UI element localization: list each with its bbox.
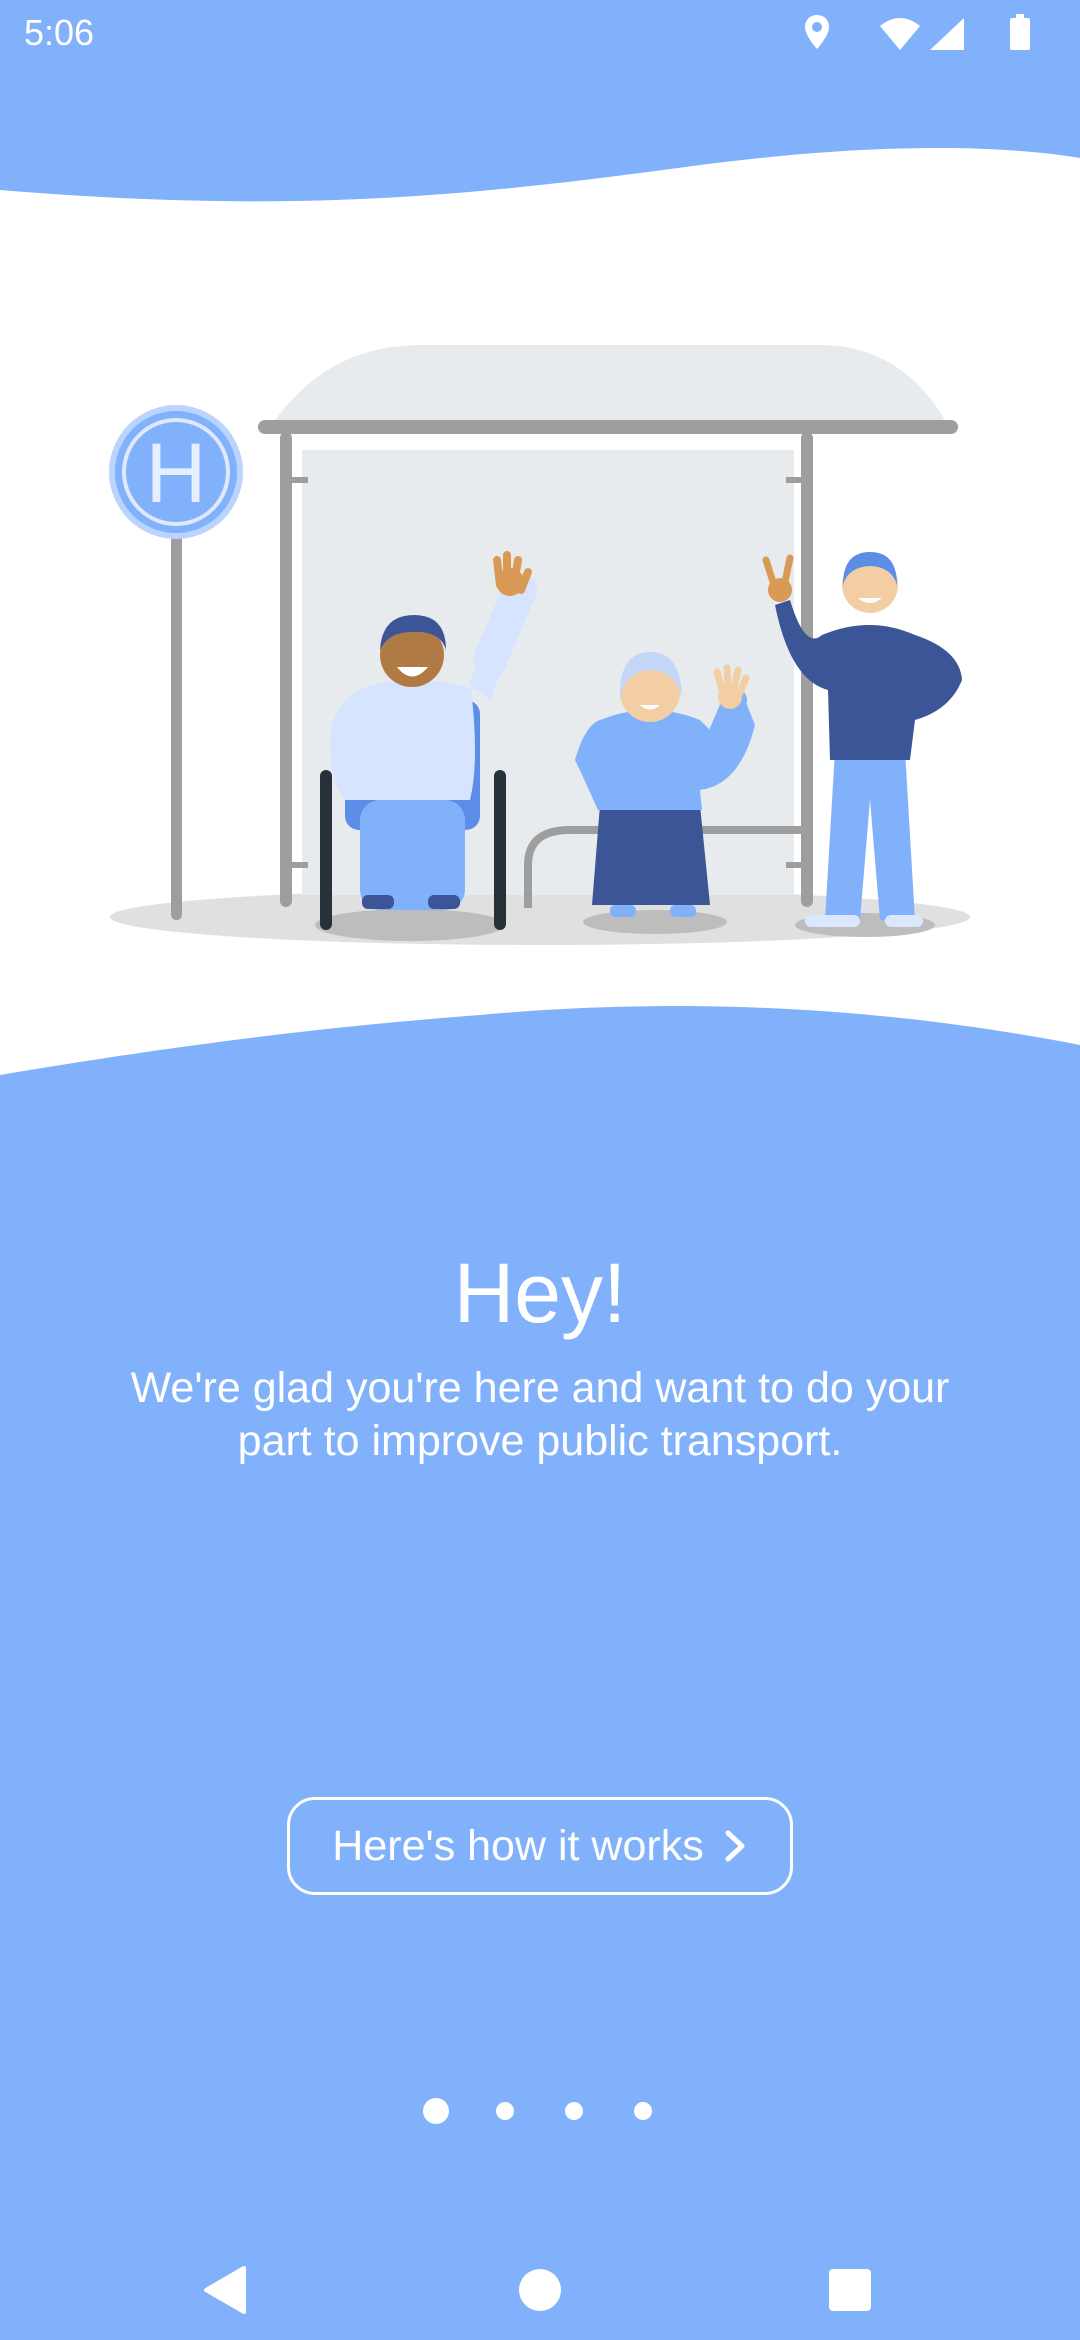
page-indicator bbox=[0, 2096, 1080, 2126]
back-icon bbox=[204, 2266, 246, 2314]
how-it-works-button[interactable]: Here's how it works bbox=[287, 1797, 793, 1895]
home-icon bbox=[519, 2269, 561, 2311]
page-dot[interactable] bbox=[634, 2102, 652, 2120]
recents-icon bbox=[829, 2269, 871, 2311]
shelter-roof bbox=[275, 345, 945, 420]
wifi-icon bbox=[880, 18, 920, 50]
page-dot[interactable] bbox=[565, 2102, 583, 2120]
onboarding-subtitle: We're glad you're here and want to do yo… bbox=[130, 1364, 950, 1465]
bus-stop-sign-letter: H bbox=[146, 426, 207, 520]
how-it-works-label: Here's how it works bbox=[332, 1821, 704, 1870]
signal-icon bbox=[930, 18, 964, 50]
status-time: 5:06 bbox=[24, 12, 95, 53]
shelter-post-left bbox=[280, 432, 292, 907]
shelter-roof-bar bbox=[258, 420, 958, 434]
chevron-right-icon bbox=[725, 1830, 745, 1862]
status-bar: 5:06 bbox=[0, 0, 1080, 66]
nav-recents-button[interactable] bbox=[780, 2240, 920, 2340]
page-dot[interactable] bbox=[496, 2102, 514, 2120]
nav-back-button[interactable] bbox=[156, 2240, 296, 2340]
onboarding-title: Hey! bbox=[453, 1246, 627, 1340]
navigation-bar bbox=[0, 2240, 1080, 2340]
nav-home-button[interactable] bbox=[470, 2240, 610, 2340]
bus-stop-pole bbox=[171, 525, 182, 920]
hero-illustration: H bbox=[0, 147, 1080, 1075]
location-icon bbox=[805, 15, 829, 49]
battery-icon bbox=[1010, 14, 1030, 50]
page-dot-active[interactable] bbox=[423, 2098, 449, 2124]
